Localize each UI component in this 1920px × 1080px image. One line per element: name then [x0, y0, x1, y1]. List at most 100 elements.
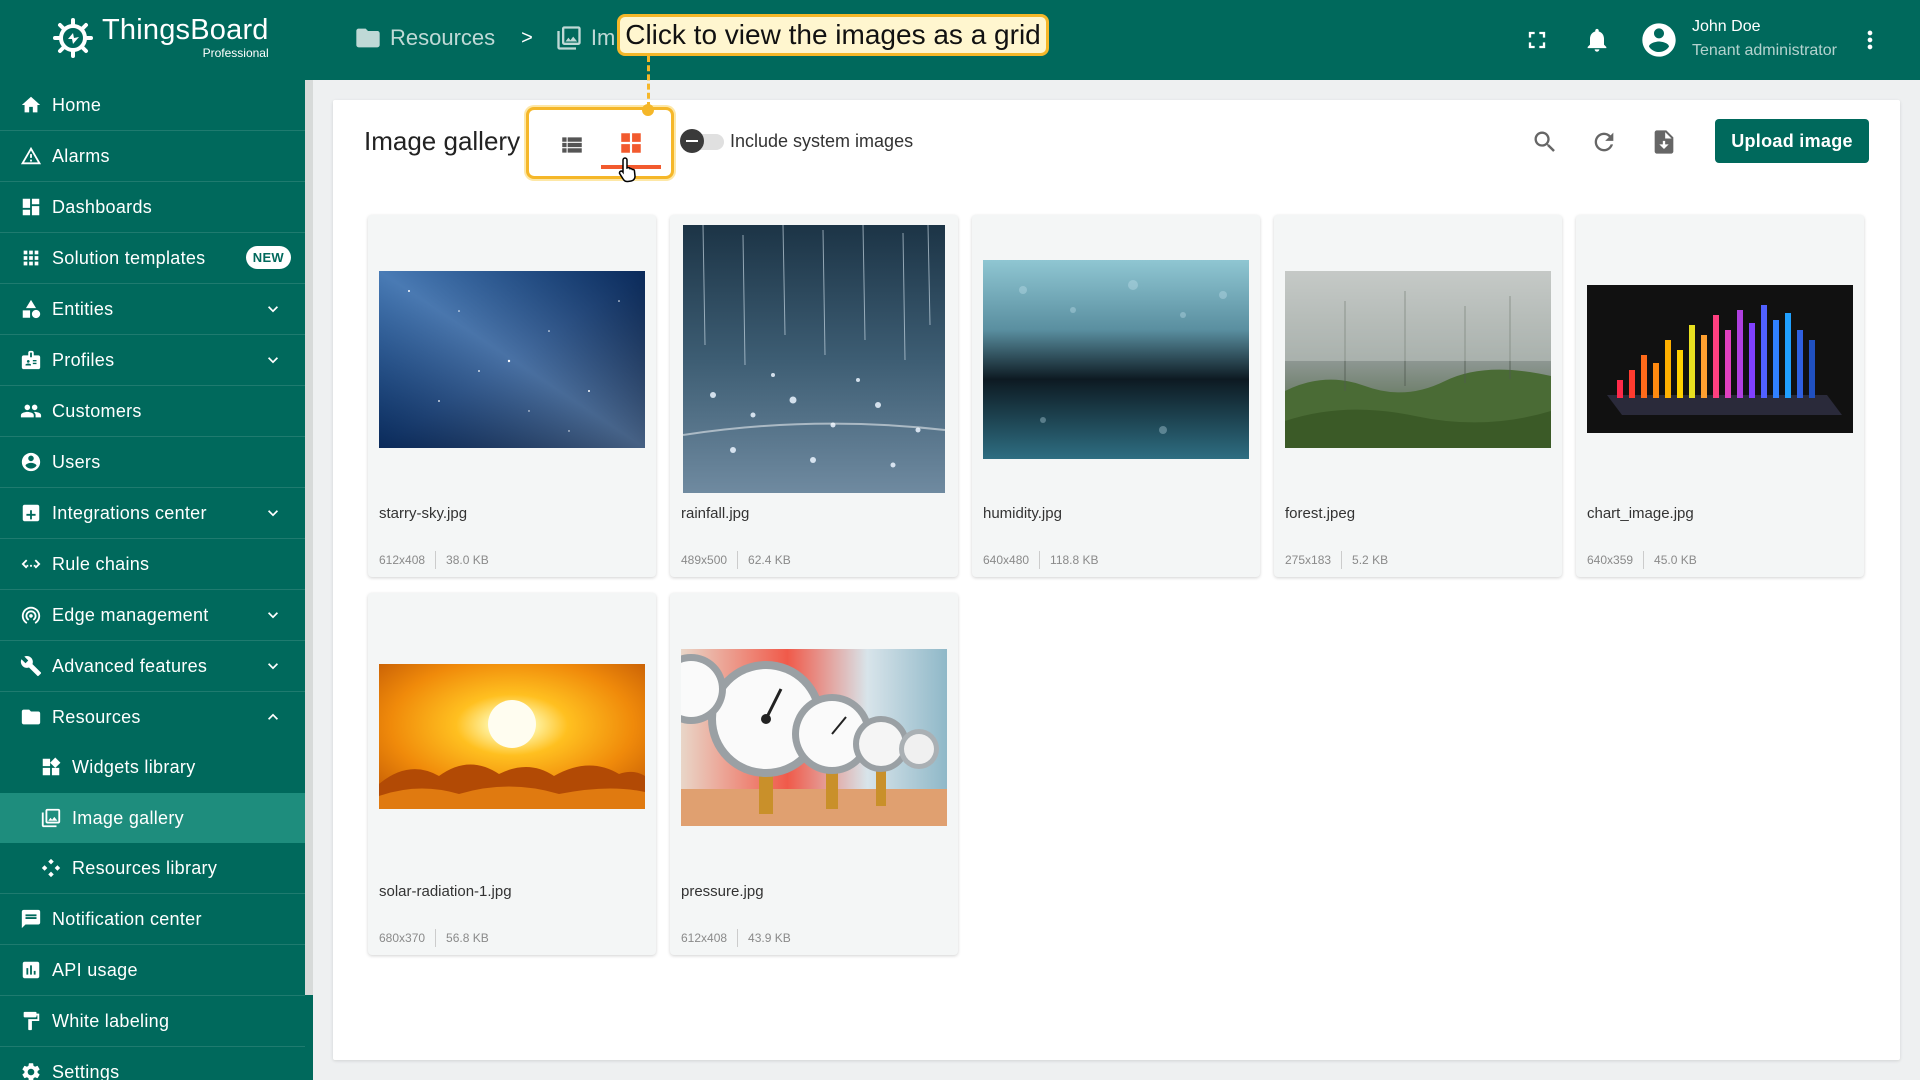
- sidebar-item-integrations-center[interactable]: Integrations center: [0, 488, 305, 538]
- image-card-starry-sky[interactable]: starry-sky.jpg 612x408 38.0 KB: [368, 215, 656, 577]
- sidebar-item-notification-center[interactable]: Notification center: [0, 894, 305, 944]
- page-title: Image gallery: [364, 126, 521, 156]
- image-meta: 489x500 62.4 KB: [681, 551, 791, 569]
- chevron-up-icon: [268, 713, 278, 720]
- import-file-icon[interactable]: [1650, 128, 1678, 156]
- upload-image-button[interactable]: Upload image: [1715, 119, 1869, 163]
- sidebar-item-profiles[interactable]: Profiles: [0, 335, 305, 385]
- sidebar-item-customers[interactable]: Customers: [0, 386, 305, 436]
- user-avatar-icon[interactable]: [1639, 20, 1679, 60]
- sidebar-item-entities[interactable]: Entities: [0, 284, 305, 334]
- edge-icon: [21, 606, 41, 624]
- sidebar-item-solution-templates[interactable]: Solution templates NEW: [0, 233, 305, 283]
- image-file-name: pressure.jpg: [681, 883, 764, 900]
- sidebar-item-label: Settings: [52, 1061, 120, 1080]
- sidebar-item-label: Entities: [52, 298, 114, 319]
- sidebar-item-label: Edge management: [52, 604, 209, 625]
- paint-icon: [23, 1011, 40, 1031]
- image-card-chart-image[interactable]: chart_image.jpg 640x359 45.0 KB: [1576, 215, 1864, 577]
- sidebar-item-label: Alarms: [52, 145, 110, 166]
- integrations-icon: [22, 504, 40, 522]
- image-meta: 640x359 45.0 KB: [1587, 551, 1697, 569]
- image-icon: [41, 808, 61, 828]
- sidebar-item-resources-library[interactable]: Resources library: [0, 843, 305, 893]
- sidebar-item-label: Dashboards: [52, 196, 153, 217]
- settings-icon: [22, 1063, 40, 1080]
- api-usage-icon: [22, 961, 40, 979]
- user-name: John Doe: [1692, 18, 1761, 35]
- sidebar-item-label: Profiles: [52, 349, 115, 370]
- forest-thumbnail: [1285, 271, 1551, 448]
- app-logo[interactable]: ThingsBoard Professional: [52, 16, 269, 59]
- app-name: ThingsBoard: [102, 14, 269, 46]
- dashboard-icon: [22, 198, 40, 216]
- image-card-forest[interactable]: forest.jpeg 275x183 5.2 KB: [1274, 215, 1562, 577]
- sidebar-item-users[interactable]: Users: [0, 437, 305, 487]
- sidebar-item-home[interactable]: Home: [0, 80, 305, 130]
- image-card-humidity[interactable]: humidity.jpg 640x480 118.8 KB: [972, 215, 1260, 577]
- image-file-name: solar-radiation-1.jpg: [379, 883, 512, 900]
- image-meta: 275x183 5.2 KB: [1285, 551, 1388, 569]
- sidebar-item-resources[interactable]: Resources: [0, 692, 305, 742]
- image-meta: 640x480 118.8 KB: [983, 551, 1099, 569]
- sidebar-item-edge-management[interactable]: Edge management: [0, 590, 305, 640]
- image-icon: [557, 26, 581, 50]
- sidebar-item-label: Resources library: [72, 857, 218, 878]
- image-file-name: starry-sky.jpg: [379, 505, 468, 522]
- refresh-icon[interactable]: [1590, 128, 1618, 156]
- include-system-images-toggle[interactable]: [680, 129, 724, 153]
- tools-icon: [20, 656, 42, 677]
- image-dimensions: 640x359: [1587, 553, 1634, 567]
- more-vert-icon[interactable]: [1856, 26, 1884, 54]
- meta-separator: [435, 929, 437, 947]
- rule-chains-icon: [21, 559, 41, 569]
- sidebar-item-label: Home: [52, 94, 102, 115]
- sidebar-item-white-labeling[interactable]: White labeling: [0, 996, 305, 1046]
- breadcrumb-separator: >: [521, 26, 533, 49]
- image-file-size: 56.8 KB: [446, 931, 489, 945]
- user-icon: [21, 452, 41, 472]
- breadcrumb-image-gallery[interactable]: Im: [555, 24, 615, 52]
- resources-icon: [41, 858, 61, 878]
- sidebar-item-label: Solution templates: [52, 247, 206, 268]
- image-card-solar-radiation[interactable]: solar-radiation-1.jpg 680x370 56.8 KB: [368, 593, 656, 955]
- image-card-pressure[interactable]: pressure.jpg 612x408 43.9 KB: [670, 593, 958, 955]
- image-file-name: humidity.jpg: [983, 505, 1062, 522]
- sidebar-item-settings[interactable]: Settings: [0, 1047, 305, 1080]
- tooltip-connector: [647, 56, 650, 108]
- breadcrumb-resources[interactable]: Resources: [354, 24, 495, 52]
- sidebar-item-dashboards[interactable]: Dashboards: [0, 182, 305, 232]
- hand-cursor-icon: [618, 157, 636, 183]
- solar-radiation-thumbnail: [379, 664, 645, 809]
- meta-separator: [1341, 551, 1343, 569]
- image-dimensions: 489x500: [681, 553, 728, 567]
- image-meta: 612x408 38.0 KB: [379, 551, 489, 569]
- sidebar-item-label: Customers: [52, 400, 142, 421]
- sidebar-scrollbar[interactable]: [305, 80, 313, 995]
- notifications-bell-icon[interactable]: [1583, 26, 1611, 54]
- image-card-rainfall[interactable]: rainfall.jpg 489x500 62.4 KB: [670, 215, 958, 577]
- grid-view-icon[interactable]: [618, 130, 644, 156]
- apps-icon: [23, 250, 39, 266]
- thingsboard-logo-icon: [53, 17, 93, 58]
- meta-separator: [737, 929, 739, 947]
- image-file-size: 38.0 KB: [446, 553, 489, 567]
- image-file-name: chart_image.jpg: [1587, 505, 1694, 522]
- meta-separator: [737, 551, 739, 569]
- sidebar-item-label: White labeling: [52, 1010, 170, 1031]
- image-file-name: rainfall.jpg: [681, 505, 750, 522]
- sidebar-item-alarms[interactable]: Alarms: [0, 131, 305, 181]
- sidebar-item-label: Image gallery: [72, 807, 184, 828]
- image-dimensions: 640x480: [983, 553, 1030, 567]
- list-view-icon[interactable]: [559, 132, 585, 158]
- sidebar-item-image-gallery[interactable]: Image gallery: [0, 793, 305, 843]
- fullscreen-icon[interactable]: [1523, 26, 1551, 54]
- search-icon[interactable]: [1531, 128, 1559, 156]
- sidebar-item-api-usage[interactable]: API usage: [0, 945, 305, 995]
- pressure-thumbnail: [681, 649, 947, 826]
- sidebar-item-rule-chains[interactable]: Rule chains: [0, 539, 305, 589]
- sidebar-item-widgets-library[interactable]: Widgets library: [0, 742, 305, 792]
- widgets-icon: [42, 757, 61, 776]
- sidebar-item-label: Users: [52, 451, 101, 472]
- sidebar-item-advanced-features[interactable]: Advanced features: [0, 641, 305, 691]
